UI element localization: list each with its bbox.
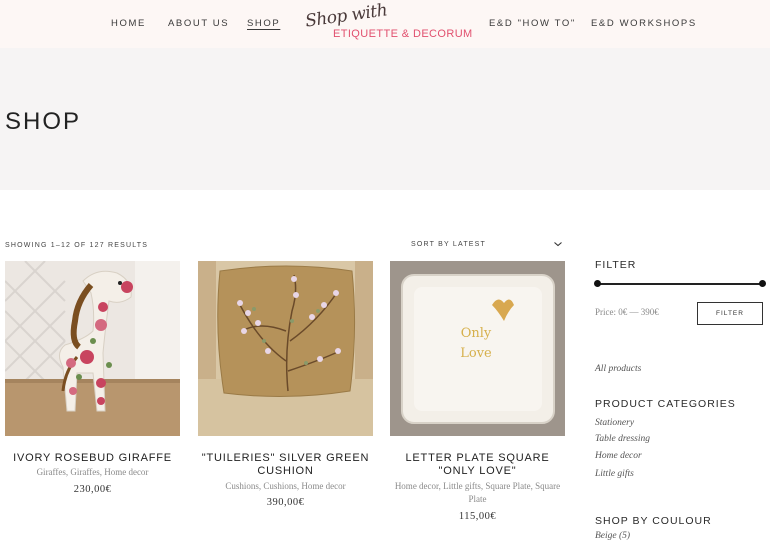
result-count: SHOWING 1–12 OF 127 RESULTS [5, 242, 149, 249]
product-image-plate[interactable]: Only Love [390, 261, 565, 436]
nav-about-us[interactable]: ABOUT US [168, 18, 229, 29]
price-slider-max-handle[interactable] [759, 280, 766, 287]
page-hero: SHOP [0, 48, 770, 190]
filter-button[interactable]: FILTER [697, 302, 763, 325]
logo-script-text: Shop with [304, 0, 389, 32]
shop-by-colour-heading: SHOP BY COULOUR [595, 515, 712, 527]
plate-text-love: Love [460, 346, 492, 361]
category-stationery[interactable]: Stationery [595, 418, 634, 428]
page-title: SHOP [5, 108, 82, 135]
site-header: HOME ABOUT US SHOP Shop with ETIQUETTE &… [0, 0, 770, 48]
colour-beige[interactable]: Beige (5) [595, 531, 630, 541]
product-price-giraffe: 230,00€ [73, 484, 112, 495]
sort-selected-value: SORT BY LATEST [411, 241, 487, 248]
nav-home[interactable]: HOME [111, 18, 146, 29]
price-slider-min-handle[interactable] [594, 280, 601, 287]
sort-select[interactable]: SORT BY LATEST [411, 241, 565, 253]
product-price-plate: 115,00€ [458, 511, 497, 522]
plate-text-only: Only [461, 326, 492, 341]
product-title-plate[interactable]: LETTER PLATE SQUARE "ONLY LOVE" [390, 452, 565, 478]
product-categories-heading: PRODUCT CATEGORIES [595, 398, 736, 410]
price-slider-track[interactable] [597, 283, 763, 285]
product-image-giraffe[interactable] [5, 261, 180, 436]
category-table-dressing[interactable]: Table dressing [595, 434, 650, 444]
logo-main-text: ETIQUETTE & DECORUM [333, 28, 473, 40]
product-categories-plate: Home decor, Little gifts, Square Plate, … [394, 481, 561, 504]
nav-shop[interactable]: SHOP [247, 18, 280, 29]
product-categories-cushion: Cushions, Cushions, Home decor [225, 481, 346, 491]
chevron-down-icon [554, 242, 562, 247]
all-products-link[interactable]: All products [595, 364, 641, 374]
product-image-cushion[interactable] [198, 261, 373, 436]
price-range-text: Price: 0€ — 390€ [595, 307, 659, 317]
filter-heading: FILTER [595, 259, 637, 271]
category-home-decor[interactable]: Home decor [595, 451, 642, 461]
site-logo[interactable]: Shop with ETIQUETTE & DECORUM [304, 0, 472, 44]
product-title-giraffe[interactable]: IVORY ROSEBUD GIRAFFE [5, 452, 180, 465]
product-price-cushion: 390,00€ [266, 497, 305, 508]
nav-workshops[interactable]: E&D WORKSHOPS [591, 18, 697, 29]
product-title-cushion[interactable]: "TUILERIES" SILVER GREEN CUSHION [198, 452, 373, 478]
nav-how-to[interactable]: E&D "HOW TO" [489, 18, 576, 29]
product-categories-giraffe: Giraffes, Giraffes, Home decor [36, 467, 149, 477]
category-little-gifts[interactable]: Little gifts [595, 469, 634, 479]
